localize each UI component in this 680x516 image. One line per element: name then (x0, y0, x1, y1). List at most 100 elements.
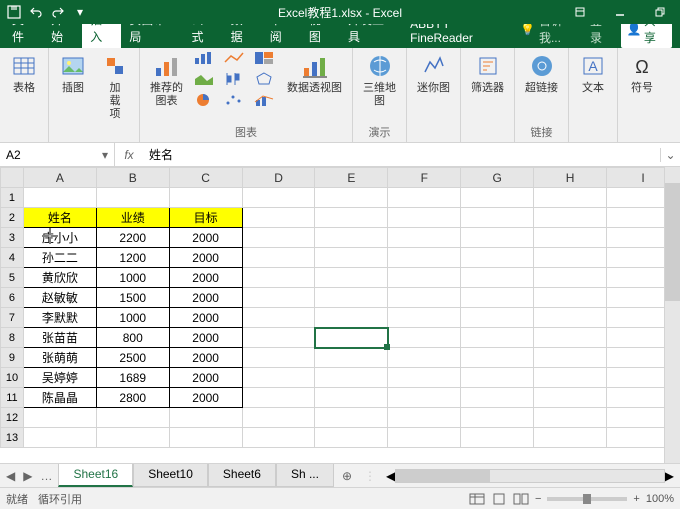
cell-G10[interactable] (461, 368, 534, 388)
cell-D3[interactable] (242, 228, 315, 248)
row-header-13[interactable]: 13 (1, 428, 24, 448)
cell-E11[interactable] (315, 388, 388, 408)
view-normal-icon[interactable] (469, 493, 485, 505)
cell-C1[interactable] (169, 188, 242, 208)
col-header-F[interactable]: F (388, 168, 461, 188)
cell-G2[interactable] (461, 208, 534, 228)
cell-G1[interactable] (461, 188, 534, 208)
row-header-8[interactable]: 8 (1, 328, 24, 348)
scroll-left-icon[interactable]: ◀ (386, 469, 395, 483)
cell-B4[interactable]: 1200 (96, 248, 169, 268)
cell-E1[interactable] (315, 188, 388, 208)
cell-D13[interactable] (242, 428, 315, 448)
cell-A12[interactable] (23, 408, 96, 428)
cell-A6[interactable]: 赵敏敏 (23, 288, 96, 308)
row-header-6[interactable]: 6 (1, 288, 24, 308)
cell-B6[interactable]: 1500 (96, 288, 169, 308)
sheet-tab-sh[interactable]: Sh ... (276, 464, 334, 487)
cell-D6[interactable] (242, 288, 315, 308)
cell-G8[interactable] (461, 328, 534, 348)
cell-H13[interactable] (534, 428, 607, 448)
vertical-scroll-thumb[interactable] (665, 183, 680, 301)
horizontal-scroll-thumb[interactable] (396, 470, 490, 482)
filters-button[interactable]: 筛选器 (467, 50, 508, 97)
row-header-2[interactable]: 2 (1, 208, 24, 228)
cell-D12[interactable] (242, 408, 315, 428)
cell-G3[interactable] (461, 228, 534, 248)
cell-D4[interactable] (242, 248, 315, 268)
cell-D9[interactable] (242, 348, 315, 368)
cell-F4[interactable] (388, 248, 461, 268)
cell-E3[interactable] (315, 228, 388, 248)
cell-C3[interactable]: 2000 (169, 228, 242, 248)
cell-B9[interactable]: 2500 (96, 348, 169, 368)
cell-H5[interactable] (534, 268, 607, 288)
cell-F8[interactable] (388, 328, 461, 348)
recommended-charts-button[interactable]: 推荐的 图表 (146, 50, 187, 110)
treemap-icon[interactable] (253, 50, 277, 68)
cell-B8[interactable]: 800 (96, 328, 169, 348)
add-sheet-button[interactable]: ⊕ (334, 469, 360, 483)
view-page-icon[interactable] (491, 493, 507, 505)
ribbon-options-icon[interactable] (560, 0, 600, 24)
horizontal-scrollbar[interactable]: ◀ ▶ (380, 469, 680, 483)
cell-A2[interactable]: 姓名 (23, 208, 96, 228)
sheet-tab-sheet16[interactable]: Sheet16 (58, 464, 133, 487)
sheet-more-icon[interactable]: … (40, 469, 52, 483)
redo-icon[interactable] (48, 2, 68, 22)
cell-A8[interactable]: 张苗苗 (23, 328, 96, 348)
cell-F1[interactable] (388, 188, 461, 208)
pictures-button[interactable]: 插图 (55, 50, 91, 97)
pivot-chart-button[interactable]: 数据透视图 (283, 50, 346, 97)
cell-F11[interactable] (388, 388, 461, 408)
cell-F2[interactable] (388, 208, 461, 228)
row-header-3[interactable]: 3 (1, 228, 24, 248)
row-header-9[interactable]: 9 (1, 348, 24, 368)
cell-B7[interactable]: 1000 (96, 308, 169, 328)
cell-E8[interactable] (315, 328, 388, 348)
cell-D1[interactable] (242, 188, 315, 208)
cell-E7[interactable] (315, 308, 388, 328)
view-break-icon[interactable] (513, 493, 529, 505)
sheet-tab-sheet10[interactable]: Sheet10 (133, 464, 208, 487)
row-header-4[interactable]: 4 (1, 248, 24, 268)
col-header-B[interactable]: B (96, 168, 169, 188)
cell-H7[interactable] (534, 308, 607, 328)
cell-A9[interactable]: 张萌萌 (23, 348, 96, 368)
cell-A10[interactable]: 吴婷婷 (23, 368, 96, 388)
cell-E9[interactable] (315, 348, 388, 368)
undo-icon[interactable] (26, 2, 46, 22)
cell-E12[interactable] (315, 408, 388, 428)
cell-H6[interactable] (534, 288, 607, 308)
cell-C13[interactable] (169, 428, 242, 448)
row-header-5[interactable]: 5 (1, 268, 24, 288)
area-chart-icon[interactable] (193, 71, 217, 89)
cell-D11[interactable] (242, 388, 315, 408)
row-header-7[interactable]: 7 (1, 308, 24, 328)
zoom-slider-thumb[interactable] (583, 494, 591, 504)
zoom-out-icon[interactable]: − (535, 493, 541, 505)
cell-B2[interactable]: 业绩 (96, 208, 169, 228)
cell-E10[interactable] (315, 368, 388, 388)
zoom-level[interactable]: 100% (646, 493, 674, 505)
bar-chart-icon[interactable] (193, 50, 217, 68)
cell-H9[interactable] (534, 348, 607, 368)
formula-expand-icon[interactable]: ⌄ (660, 148, 680, 162)
cell-H10[interactable] (534, 368, 607, 388)
sparklines-button[interactable]: 迷你图 (413, 50, 454, 97)
cell-D10[interactable] (242, 368, 315, 388)
row-header-11[interactable]: 11 (1, 388, 24, 408)
cell-A4[interactable]: 孙二二 (23, 248, 96, 268)
cell-C2[interactable]: 目标 (169, 208, 242, 228)
cell-G11[interactable] (461, 388, 534, 408)
cell-F9[interactable] (388, 348, 461, 368)
cell-G13[interactable] (461, 428, 534, 448)
name-box[interactable]: A2▾ (0, 143, 115, 166)
scatter-chart-icon[interactable] (223, 92, 247, 110)
3d-map-button[interactable]: 三维地 图 (359, 50, 400, 110)
cell-E4[interactable] (315, 248, 388, 268)
row-header-10[interactable]: 10 (1, 368, 24, 388)
cell-D2[interactable] (242, 208, 315, 228)
cell-G5[interactable] (461, 268, 534, 288)
row-header-12[interactable]: 12 (1, 408, 24, 428)
